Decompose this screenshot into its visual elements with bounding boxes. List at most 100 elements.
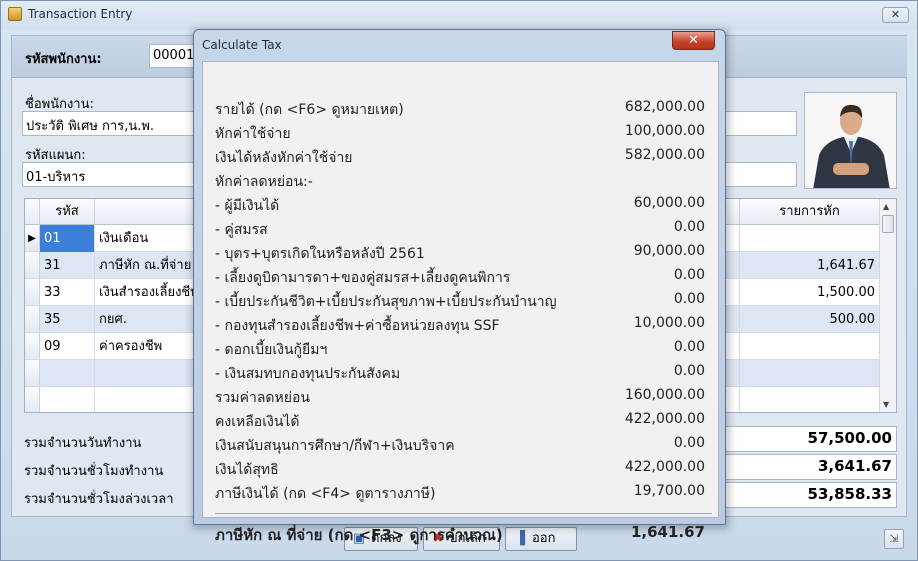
tax-row-value: 682,000.00 (624, 99, 705, 115)
window-close-button[interactable]: ✕ (882, 7, 909, 23)
employee-extra-field-2[interactable] (723, 162, 797, 187)
tax-row-value: 100,000.00 (624, 123, 705, 139)
cell-deduction[interactable] (740, 360, 880, 387)
export-icon[interactable]: ⇲ (884, 529, 904, 549)
cell-code[interactable] (40, 387, 95, 412)
tax-row: - ดอกเบี้ยเงินกู้ยืมฯ 0.00 (215, 337, 712, 359)
row-indicator[interactable]: ▶ (25, 225, 40, 252)
grid-scrollbar[interactable]: ▲ ▼ (879, 199, 896, 412)
row-indicator[interactable] (25, 360, 40, 387)
scroll-thumb[interactable] (882, 215, 894, 233)
tax-row-value: 160,000.00 (624, 387, 705, 403)
cell-deduction[interactable] (740, 225, 880, 252)
window-titlebar: Transaction Entry ✕ (1, 1, 917, 29)
employee-extra-field-1[interactable] (723, 111, 797, 136)
cell-name[interactable]: ค่าครองชีพ (95, 333, 195, 360)
tax-row-value: 0.00 (673, 435, 705, 451)
tax-row: - บุตร+บุตรเกิดในหรือหลังปี 2561 90,000.0… (215, 241, 712, 263)
total-income-value: 57,500.00 (721, 426, 897, 452)
cell-code[interactable]: 31 (40, 252, 95, 279)
scroll-up-icon[interactable]: ▲ (883, 202, 889, 211)
tax-row-value: 0.00 (673, 291, 705, 307)
tax-row-label: - คู่สมรส (215, 222, 268, 238)
tax-row: หักค่าลดหย่อน:- (215, 169, 712, 191)
tax-row: - เลี้ยงดูบิดามารดา+ของคู่สมรส+เลี้ยงดูค… (215, 265, 712, 287)
tax-row-label: รายได้ (กด <F6> ดูหมายเหต) (215, 102, 404, 118)
tax-row-label: - เลี้ยงดูบิดามารดา+ของคู่สมรส+เลี้ยงดูค… (215, 270, 511, 286)
cell-deduction[interactable] (740, 387, 880, 412)
cell-deduction[interactable]: 1,500.00 (740, 279, 880, 306)
tax-row: รายได้ (กด <F6> ดูหมายเหต) 682,000.00 (215, 97, 712, 119)
department-field[interactable]: 01-บริหาร (22, 162, 212, 187)
grid-header-code[interactable]: รหัส (40, 199, 95, 225)
cell-name[interactable] (95, 360, 195, 387)
cell-code[interactable]: 09 (40, 333, 95, 360)
tax-row-label: - เบี้ยประกันชีวิต+เบี้ยประกันสุขภาพ+เบี… (215, 294, 557, 310)
tax-row: เงินได้หลังหักค่าใช้จ่าย 582,000.00 (215, 145, 712, 167)
tax-row: - ผู้มีเงินได้ 60,000.00 (215, 193, 712, 215)
tax-row-value: 0.00 (673, 339, 705, 355)
tax-row: เงินได้สุทธิ 422,000.00 (215, 457, 712, 479)
net-pay-value: 53,858.33 (721, 482, 897, 508)
grid-header-indicator (25, 199, 40, 225)
grid-header-deduction[interactable]: รายการหัก (740, 199, 880, 225)
dialog-title: Calculate Tax (202, 38, 282, 52)
tax-row-label: - กองทุนสำรองเลี้ยงชีพ+ค่าซื้อหน่วยลงทุน… (215, 318, 500, 334)
tax-row-value: 10,000.00 (633, 315, 705, 331)
tax-row-label: - ผู้มีเงินได้ (215, 198, 280, 214)
cell-name[interactable]: กยศ. (95, 306, 195, 333)
withholding-tax-row: ภาษีหัก ณ ที่จ่าย (กด <F3> ดูการคำนวณ) 1… (215, 521, 712, 544)
tax-row-label: - บุตร+บุตรเกิดในหรือหลังปี 2561 (215, 246, 425, 262)
window-title: Transaction Entry (28, 7, 133, 21)
employee-code-label: รหัสพนักงาน: (25, 52, 102, 67)
app-icon (8, 7, 22, 21)
cell-code[interactable]: 01 (40, 225, 95, 252)
cell-code[interactable] (40, 360, 95, 387)
tax-row-label: เงินสนับสนุนการศึกษา/กีฬา+เงินบริจาค (215, 438, 455, 454)
cell-deduction[interactable]: 1,641.67 (740, 252, 880, 279)
row-indicator[interactable] (25, 279, 40, 306)
cell-deduction[interactable]: 500.00 (740, 306, 880, 333)
tax-row: หักค่าใช้จ่าย 100,000.00 (215, 121, 712, 143)
row-indicator[interactable] (25, 387, 40, 412)
tax-row-label: หักค่าใช้จ่าย (215, 126, 291, 142)
cell-name[interactable]: ภาษีหัก ณ.ที่จ่าย (95, 252, 195, 279)
cell-name[interactable]: เงินเดือน (95, 225, 195, 252)
row-indicator[interactable] (25, 333, 40, 360)
tax-row-value: 0.00 (673, 267, 705, 283)
employee-photo (804, 92, 897, 189)
cell-code[interactable]: 35 (40, 306, 95, 333)
total-separator (215, 513, 712, 514)
row-indicator[interactable] (25, 306, 40, 333)
tax-row-label: เงินได้หลังหักค่าใช้จ่าย (215, 150, 353, 166)
work-days-label: รวมจำนวนวันทำงาน (24, 436, 142, 451)
tax-row: เงินสนับสนุนการศึกษา/กีฬา+เงินบริจาค 0.00 (215, 433, 712, 455)
scroll-down-icon[interactable]: ▼ (883, 400, 889, 409)
tax-row: รวมค่าลดหย่อน 160,000.00 (215, 385, 712, 407)
tax-row-label: รวมค่าลดหย่อน (215, 390, 310, 406)
row-indicator[interactable] (25, 252, 40, 279)
cell-name[interactable]: เงินสำรองเลี้ยงชีพ (95, 279, 195, 306)
tax-row-label: - ดอกเบี้ยเงินกู้ยืมฯ (215, 342, 328, 358)
cell-deduction[interactable] (740, 333, 880, 360)
ot-hours-label: รวมจำนวนชั่วโมงล่วงเวลา (24, 492, 174, 507)
cell-name[interactable] (95, 387, 195, 412)
tax-row-label: - เงินสมทบกองทุนประกันสังคม (215, 366, 401, 382)
employee-name-field[interactable]: ประวัติ พิเศษ การ,น.พ. (22, 111, 212, 136)
tax-row-value: 0.00 (673, 219, 705, 235)
tax-row-value: 19,700.00 (633, 483, 705, 499)
tax-row-value: 90,000.00 (633, 243, 705, 259)
dialog-close-button[interactable]: ✕ (672, 31, 715, 50)
cell-code[interactable]: 33 (40, 279, 95, 306)
total-deduction-value: 3,641.67 (721, 454, 897, 480)
tax-row: - คู่สมรส 0.00 (215, 217, 712, 239)
tax-row-value: 422,000.00 (624, 459, 705, 475)
withholding-tax-value: 1,641.67 (630, 523, 705, 541)
withholding-tax-label: ภาษีหัก ณ ที่จ่าย (กด <F3> ดูการคำนวณ) (215, 526, 503, 544)
tax-row-value: 582,000.00 (624, 147, 705, 163)
tax-row-value: 422,000.00 (624, 411, 705, 427)
tax-row: ภาษีเงินได้ (กด <F4> ดูตารางภาษี) 19,700.… (215, 481, 712, 503)
tax-row-value: 0.00 (673, 363, 705, 379)
tax-row: คงเหลือเงินได้ 422,000.00 (215, 409, 712, 431)
tax-breakdown-body: รายได้ (กด <F6> ดูหมายเหต) 682,000.00 หักค… (202, 61, 719, 544)
